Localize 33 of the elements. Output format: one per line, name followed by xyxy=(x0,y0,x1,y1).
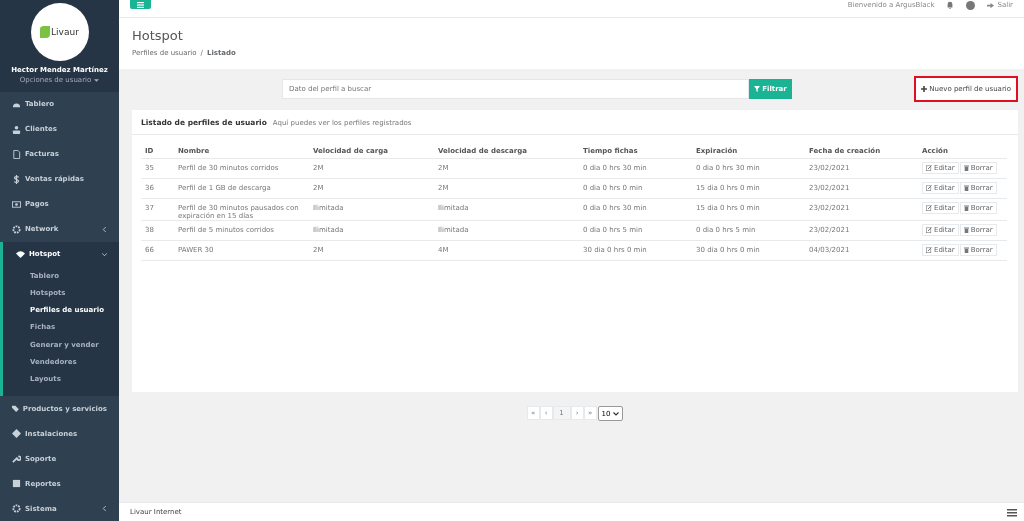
gear-icon xyxy=(12,224,21,234)
chevron-icon xyxy=(102,226,107,232)
chevron-icon xyxy=(613,411,620,416)
leaf-icon xyxy=(40,26,51,38)
edit-icon xyxy=(926,185,932,191)
trash-icon xyxy=(963,205,969,211)
banknote-icon xyxy=(12,199,21,209)
file-icon xyxy=(12,149,21,159)
edit-icon xyxy=(926,205,932,211)
plus-icon xyxy=(921,86,928,92)
trash-icon xyxy=(963,247,969,253)
trash-icon xyxy=(963,185,969,191)
tag-icon xyxy=(12,404,19,413)
logout-icon xyxy=(987,1,995,9)
diamond-icon xyxy=(12,429,21,438)
gear-icon xyxy=(12,504,21,513)
chevron-icon xyxy=(102,506,107,511)
edit-icon xyxy=(926,247,932,253)
logo-text: Livaur xyxy=(51,27,79,37)
edit-icon xyxy=(926,165,932,171)
wifi-icon xyxy=(16,249,25,259)
bell-icon[interactable] xyxy=(946,1,955,9)
menu-button[interactable] xyxy=(130,0,151,9)
edit-icon xyxy=(926,227,932,233)
chevron-icon xyxy=(102,251,107,257)
caret-icon xyxy=(94,78,100,82)
filter-icon xyxy=(754,86,761,92)
dollar-icon xyxy=(12,174,21,184)
wrench-icon xyxy=(12,454,21,463)
user-icon xyxy=(12,124,21,134)
trash-icon xyxy=(963,227,969,233)
trash-icon xyxy=(963,165,969,171)
page-title: Hotspot xyxy=(132,28,184,43)
